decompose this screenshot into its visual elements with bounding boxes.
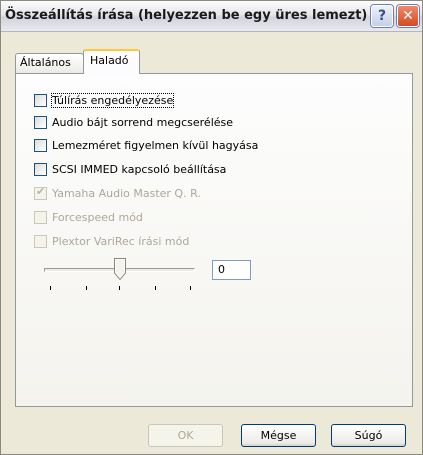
scsi-immed-option[interactable]: SCSI IMMED kapcsoló beállítása <box>34 161 226 177</box>
forcespeed-label: Forcespeed mód <box>52 210 143 224</box>
tab-general-label: Általános <box>20 56 71 69</box>
help-title-button[interactable]: ? <box>371 5 393 27</box>
slider-tick <box>190 286 191 290</box>
plextor-varirec-option: Plextor VariRec írási mód <box>34 233 189 249</box>
yamaha-amqr-label: Yamaha Audio Master Q. R. <box>52 186 201 200</box>
slider-tick <box>50 286 51 290</box>
yamaha-amqr-option: ✔ Yamaha Audio Master Q. R. <box>34 185 201 201</box>
overburn-checkbox[interactable] <box>34 93 47 107</box>
audio-byte-swap-checkbox[interactable] <box>34 115 47 129</box>
close-icon: ✕ <box>402 8 414 24</box>
ignore-disc-size-option[interactable]: Lemezméret figyelmen kívül hagyása <box>34 137 258 153</box>
audio-byte-swap-option[interactable]: Audio bájt sorrend megcserélése <box>34 114 233 130</box>
slider-tick <box>86 286 87 290</box>
checkmark-icon: ✔ <box>36 184 46 198</box>
cancel-button[interactable]: Mégse <box>241 424 316 447</box>
ignore-disc-size-checkbox[interactable] <box>34 138 47 152</box>
plextor-varirec-checkbox <box>34 234 47 248</box>
audio-byte-swap-label: Audio bájt sorrend megcserélése <box>52 115 234 129</box>
varirec-value-field[interactable]: 0 <box>212 260 251 280</box>
ok-button[interactable]: OK <box>148 424 223 447</box>
close-button[interactable]: ✕ <box>397 5 419 27</box>
tab-general[interactable]: Általános <box>15 53 84 73</box>
forcespeed-checkbox <box>34 210 47 224</box>
tab-advanced[interactable]: Haladó <box>83 49 140 74</box>
question-icon: ? <box>377 8 387 24</box>
help-button[interactable]: Súgó <box>331 424 406 447</box>
varirec-slider-thumb[interactable] <box>114 258 126 280</box>
window-title: Összeállítás írása (helyezzen be egy üre… <box>5 8 368 23</box>
title-bar[interactable]: Összeállítás írása (helyezzen be egy üre… <box>1 1 422 32</box>
slider-tick <box>155 286 156 290</box>
yamaha-amqr-checkbox: ✔ <box>34 184 47 200</box>
slider-tick <box>119 286 120 290</box>
ignore-disc-size-label: Lemezméret figyelmen kívül hagyása <box>52 138 259 152</box>
scsi-immed-label: SCSI IMMED kapcsoló beállítása <box>52 162 227 176</box>
overburn-label: Túlírás engedélyezése <box>50 92 175 108</box>
overburn-option[interactable]: Túlírás engedélyezése <box>34 92 175 108</box>
dialog-window: Összeállítás írása (helyezzen be egy üre… <box>0 0 423 455</box>
scsi-immed-checkbox[interactable] <box>34 162 47 176</box>
tab-advanced-label: Haladó <box>90 54 129 67</box>
plextor-varirec-label: Plextor VariRec írási mód <box>52 234 190 248</box>
forcespeed-option: Forcespeed mód <box>34 209 143 225</box>
